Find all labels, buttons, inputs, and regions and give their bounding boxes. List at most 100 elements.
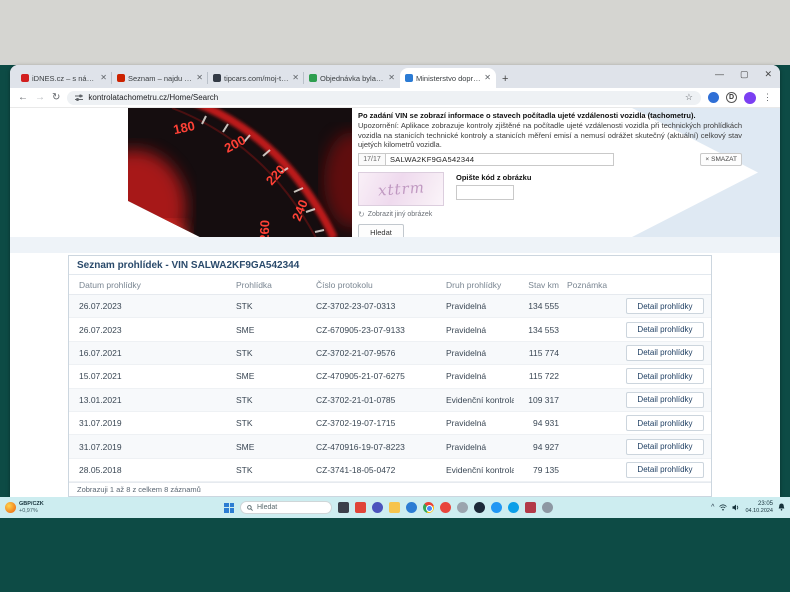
cell-kind: Pravidelná <box>446 441 487 452</box>
tab-close-icon[interactable]: ✕ <box>388 74 395 82</box>
detail-prohlidky-button[interactable]: Detail prohlídky <box>626 298 704 315</box>
captcha-input[interactable] <box>456 185 514 200</box>
globe-app-icon[interactable] <box>457 502 468 513</box>
taskbar-search-placeholder: Hledat <box>257 504 278 511</box>
table-row: 31.07.2019 STK CZ-3702-19-07-1715 Pravideln… <box>69 412 711 436</box>
blue-app-icon[interactable] <box>491 502 502 513</box>
tab-close-icon[interactable]: ✕ <box>100 74 107 82</box>
detail-prohlidky-button[interactable]: Detail prohlídky <box>626 321 704 338</box>
site-header: 180 200 220 240 260 Po zadání VIN se zob… <box>10 108 780 240</box>
gray-app-icon[interactable] <box>542 502 553 513</box>
volume-icon[interactable] <box>732 504 740 511</box>
tab-objednavka[interactable]: Objednávka byla odeslána ✕ <box>303 68 400 88</box>
vin-intro-heading: Po zadání VIN se zobrazí informace o sta… <box>358 111 696 120</box>
cell-kind: Evidenční kontrola <box>446 394 514 405</box>
detail-prohlidky-button[interactable]: Detail prohlídky <box>626 461 704 478</box>
cell-date: 15.07.2021 <box>79 371 122 382</box>
cell-date: 16.07.2021 <box>79 347 122 358</box>
cell-date: 13.01.2021 <box>79 394 122 405</box>
desktop: iDNES.cz – s námi víte víc ✕ Seznam – na… <box>0 0 790 592</box>
cell-protocol: CZ-670905-23-07-9133 <box>316 324 405 335</box>
cell-km: 94 931 <box>533 418 559 429</box>
site-settings-icon[interactable] <box>75 94 84 102</box>
tab-close-icon[interactable]: ✕ <box>196 74 203 82</box>
table-footer-summary: Zobrazuji 1 až 8 z celkem 8 záznamů <box>69 482 711 496</box>
cell-type: STK <box>236 301 253 312</box>
desktop-background-top <box>0 0 790 65</box>
edge-icon[interactable] <box>406 502 417 513</box>
start-button[interactable] <box>224 502 234 513</box>
clear-vin-button[interactable]: × SMAZAT <box>700 153 742 166</box>
idnes-favicon-icon <box>21 74 29 82</box>
tab-idnes[interactable]: iDNES.cz – s námi víte víc ✕ <box>16 68 112 88</box>
vin-input[interactable]: SALWA2KF9GA542344 <box>386 153 614 166</box>
cell-km: 115 722 <box>528 371 559 382</box>
taskbar-search[interactable]: Hledat <box>240 501 332 514</box>
reload-button[interactable]: ↻ <box>52 92 60 103</box>
h-app-icon[interactable] <box>525 502 536 513</box>
taskbar: GBP/CZK +0,97% Hledat ^ 23:05 04.10.2024 <box>0 497 790 518</box>
url-text: kontrolatachometru.cz/Home/Search <box>88 93 219 102</box>
steam-icon[interactable] <box>474 502 485 513</box>
clear-x-icon: × <box>705 156 710 163</box>
firefox-icon[interactable] <box>440 502 451 513</box>
file-explorer-icon[interactable] <box>389 502 400 513</box>
skype-icon[interactable] <box>508 502 519 513</box>
window-minimize-button[interactable]: — <box>715 69 724 80</box>
tab-close-icon[interactable]: ✕ <box>484 74 491 82</box>
order-favicon-icon <box>309 74 317 82</box>
detail-prohlidky-button[interactable]: Detail prohlídky <box>626 368 704 385</box>
captcha-refresh-link[interactable]: ↻ Zobrazit jiný obrázek <box>358 210 444 219</box>
tab-label: iDNES.cz – s námi víte víc <box>32 73 97 83</box>
window-close-button[interactable]: ✕ <box>764 69 772 80</box>
cell-type: SME <box>236 324 255 335</box>
cell-kind: Pravidelná <box>446 371 487 382</box>
task-view-icon[interactable] <box>338 502 349 513</box>
profile-avatar[interactable] <box>744 91 756 104</box>
tab-ministerstvo-active[interactable]: Ministerstvo dopravy - Kontrol… ✕ <box>400 68 496 88</box>
detail-prohlidky-button[interactable]: Detail prohlídky <box>626 415 704 432</box>
new-tab-button[interactable]: + <box>502 73 508 85</box>
header-poznamka: Poznámka <box>567 279 608 290</box>
captcha-image: xttrm <box>358 172 444 206</box>
tab-strip: iDNES.cz – s námi víte víc ✕ Seznam – na… <box>10 65 780 88</box>
cell-type: SME <box>236 441 255 452</box>
detail-prohlidky-button[interactable]: Detail prohlídky <box>626 438 704 455</box>
header-divider-band <box>10 237 780 253</box>
window-maximize-button[interactable]: ▢ <box>740 69 749 80</box>
browser-menu-icon[interactable]: ⋮ <box>763 92 772 103</box>
tab-tipcars[interactable]: tipcars.com/moj-tipcars/inzer… ✕ <box>207 68 304 88</box>
notification-bell-icon[interactable] <box>778 503 785 512</box>
cell-date: 31.07.2019 <box>79 418 122 429</box>
cell-type: SME <box>236 371 255 382</box>
detail-prohlidky-button[interactable]: Detail prohlídky <box>626 344 704 361</box>
vin-char-counter: 17/17 <box>358 153 386 166</box>
cell-type: STK <box>236 418 253 429</box>
tab-close-icon[interactable]: ✕ <box>292 74 299 82</box>
detail-prohlidky-button[interactable]: Detail prohlídky <box>626 391 704 408</box>
ministerstvo-favicon-icon <box>405 74 413 82</box>
teams-icon[interactable] <box>372 502 383 513</box>
red-app-icon[interactable] <box>355 502 366 513</box>
system-tray: ^ 23:05 04.10.2024 <box>711 501 785 514</box>
tab-seznam[interactable]: Seznam – najdu tam, co nezná… ✕ <box>111 68 208 88</box>
cell-kind: Pravidelná <box>446 347 487 358</box>
vin-warning-text: Upozornění: Aplikace zobrazuje kontroly … <box>358 120 742 150</box>
bookmark-star-icon[interactable]: ☆ <box>685 92 693 103</box>
address-bar[interactable]: kontrolatachometru.cz/Home/Search ☆ <box>67 90 701 105</box>
extension-d-icon[interactable]: D <box>726 92 737 103</box>
back-button[interactable]: ← <box>18 92 28 103</box>
taskbar-widget[interactable]: GBP/CZK +0,97% <box>5 501 44 514</box>
cell-protocol: CZ-3702-21-07-9576 <box>316 347 396 358</box>
taskbar-clock[interactable]: 23:05 04.10.2024 <box>745 501 773 514</box>
forward-button[interactable]: → <box>35 92 45 103</box>
extension-icon[interactable] <box>708 92 719 103</box>
table-row: 28.05.2018 STK CZ-3741-18-05-0472 Evidenční… <box>69 459 711 483</box>
tipcars-favicon-icon <box>213 74 221 82</box>
cell-date: 26.07.2023 <box>79 301 122 312</box>
results-card: Seznam prohlídek - VIN SALWA2KF9GA542344… <box>68 255 712 497</box>
tray-expand-icon[interactable]: ^ <box>711 504 714 511</box>
table-row: 26.07.2023 SME CZ-670905-23-07-9133 Pravide… <box>69 318 711 342</box>
wifi-icon[interactable] <box>719 504 728 511</box>
chrome-icon[interactable] <box>423 502 434 513</box>
